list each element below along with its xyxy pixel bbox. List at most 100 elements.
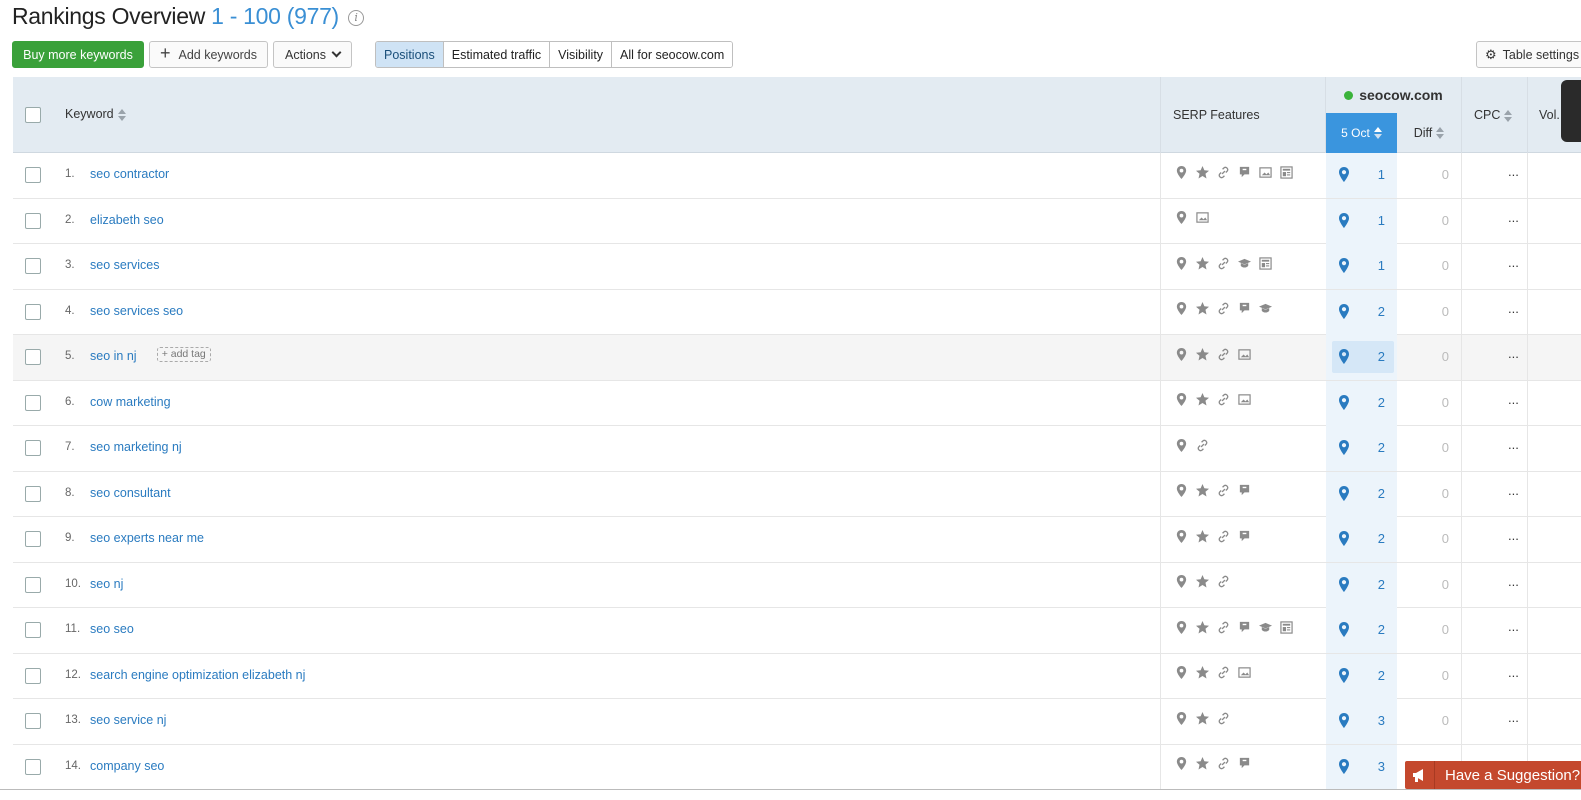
row-checkbox[interactable]	[25, 485, 41, 502]
row-checkbox[interactable]	[25, 576, 41, 593]
table-row[interactable]: 11. seo seo 2 0 ...	[13, 608, 1581, 654]
keyword-link[interactable]: seo contractor	[90, 167, 169, 181]
tab-estimated-traffic[interactable]: Estimated traffic	[443, 42, 551, 67]
table-row[interactable]: 1. seo contractor 1 0 ...	[13, 153, 1581, 199]
row-checkbox[interactable]	[25, 440, 41, 456]
table-row[interactable]: 2. elizabeth seo 1 0 ...	[13, 198, 1581, 244]
link-icon	[1215, 756, 1231, 772]
keyword-link[interactable]: seo services	[90, 258, 159, 272]
table-row[interactable]: 4. seo services seo 2 0 ...	[13, 289, 1581, 335]
row-checkbox[interactable]	[25, 258, 41, 274]
local-pack-icon	[1339, 531, 1349, 546]
keyword-link[interactable]: seo nj	[90, 577, 123, 591]
keyword-link[interactable]: search engine optimization elizabeth nj	[90, 668, 305, 682]
row-checkbox[interactable]	[25, 622, 41, 638]
keyword-link[interactable]: seo marketing nj	[90, 440, 182, 454]
position-value[interactable]: 1	[1353, 167, 1385, 182]
table-row[interactable]: 5. seo in nj + add tag 2 0 ...	[13, 335, 1581, 381]
review-icon	[1236, 756, 1252, 772]
actions-dropdown[interactable]: Actions	[273, 41, 352, 68]
plus-icon: +	[159, 43, 171, 63]
keyword-column-header[interactable]: Keyword	[65, 107, 126, 122]
keyword-link[interactable]: seo services seo	[90, 304, 183, 318]
keyword-link[interactable]: seo service nj	[90, 713, 166, 727]
table-settings-button[interactable]: ⚙ Table settings	[1476, 41, 1581, 68]
keyword-link[interactable]: seo experts near me	[90, 531, 204, 545]
table-row[interactable]: 10. seo nj 2 0 ...	[13, 562, 1581, 608]
row-checkbox[interactable]	[25, 303, 41, 320]
actions-label: Actions	[285, 47, 326, 62]
position-value[interactable]: 2	[1353, 668, 1385, 683]
position-value[interactable]: 2	[1353, 440, 1385, 455]
row-checkbox[interactable]	[25, 212, 41, 229]
add-keywords-button[interactable]: + Add keywords	[149, 41, 268, 68]
position-value[interactable]: 2	[1353, 349, 1385, 364]
row-checkbox[interactable]	[25, 713, 41, 729]
serp-features	[1173, 437, 1210, 453]
tab-all-for-domain[interactable]: All for seocow.com	[612, 42, 733, 67]
buy-more-keywords-button[interactable]: Buy more keywords	[12, 41, 144, 68]
row-checkbox[interactable]	[25, 667, 41, 684]
link-icon	[1215, 392, 1231, 408]
cpc-value: ...	[1508, 391, 1519, 407]
position-value[interactable]: 2	[1353, 395, 1385, 410]
table-row[interactable]: 13. seo service nj 3 0 ...	[13, 699, 1581, 745]
table-row[interactable]: 9. seo experts near me 2 0 ...	[13, 517, 1581, 563]
position-value[interactable]: 2	[1353, 577, 1385, 592]
select-all-checkbox[interactable]	[25, 107, 41, 123]
position-value[interactable]: 3	[1353, 713, 1385, 728]
image-icon	[1257, 164, 1273, 180]
position-value[interactable]: 2	[1353, 531, 1385, 546]
diff-value: 0	[1441, 440, 1449, 455]
local-pack-icon	[1339, 576, 1349, 592]
row-checkbox[interactable]	[25, 394, 41, 411]
table-row[interactable]: 8. seo consultant 2 0 ...	[13, 471, 1581, 517]
keyword-link[interactable]: elizabeth seo	[90, 213, 164, 227]
column-divider	[1461, 77, 1462, 153]
date-column-header[interactable]: 5 Oct	[1326, 113, 1397, 153]
position-value[interactable]: 2	[1353, 304, 1385, 319]
side-panel-handle[interactable]	[1561, 80, 1581, 142]
column-divider	[1160, 517, 1161, 562]
volume-column-header[interactable]: Vol.	[1539, 108, 1560, 122]
table-row[interactable]: 14. company seo 3	[13, 744, 1581, 790]
tab-positions[interactable]: Positions	[376, 42, 444, 67]
keyword-link[interactable]: seo seo	[90, 622, 134, 636]
position-value[interactable]: 2	[1353, 486, 1385, 501]
link-icon	[1215, 619, 1231, 635]
cpc-value: ...	[1508, 573, 1519, 589]
pin-icon	[1173, 210, 1189, 226]
pin-icon	[1173, 619, 1189, 635]
row-checkbox[interactable]	[25, 167, 41, 183]
position-value[interactable]: 1	[1353, 213, 1385, 228]
position-value[interactable]: 3	[1353, 759, 1385, 774]
column-divider	[1461, 653, 1462, 699]
pin-icon	[1173, 392, 1189, 408]
local-pack-icon	[1339, 622, 1349, 637]
diff-column-header[interactable]: Diff	[1397, 113, 1461, 153]
keyword-link[interactable]: seo in nj	[90, 349, 137, 363]
table-row[interactable]: 7. seo marketing nj 2 0 ...	[13, 426, 1581, 472]
row-checkbox[interactable]	[25, 531, 41, 547]
add-tag-button[interactable]: + add tag	[156, 347, 211, 362]
position-value[interactable]: 2	[1353, 622, 1385, 637]
edu-icon	[1257, 301, 1273, 317]
row-checkbox[interactable]	[25, 349, 41, 365]
keyword-link[interactable]: company seo	[90, 759, 164, 773]
info-icon[interactable]: i	[348, 10, 365, 26]
table-row[interactable]: 12. search engine optimization elizabeth…	[13, 653, 1581, 699]
column-divider	[1461, 562, 1462, 608]
title-text: Rankings Overview	[12, 3, 206, 29]
tab-visibility[interactable]: Visibility	[550, 42, 613, 67]
table-row[interactable]: 3. seo services 1 0 ...	[13, 244, 1581, 290]
row-checkbox[interactable]	[25, 758, 41, 775]
star-icon	[1194, 255, 1210, 271]
suggestion-button[interactable]: Have a Suggestion?	[1405, 761, 1581, 789]
keyword-link[interactable]: cow marketing	[90, 395, 171, 409]
table-row[interactable]: 6. cow marketing 2 0 ...	[13, 380, 1581, 426]
pin-icon	[1173, 483, 1189, 499]
cpc-column-header[interactable]: CPC	[1474, 108, 1513, 123]
keyword-link[interactable]: seo consultant	[90, 486, 171, 500]
position-value[interactable]: 1	[1353, 258, 1385, 273]
star-icon	[1194, 164, 1210, 180]
